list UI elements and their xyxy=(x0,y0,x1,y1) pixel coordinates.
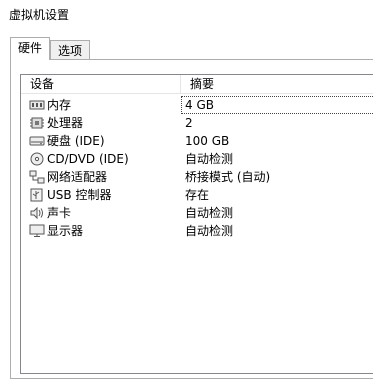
device-summary: 桥接模式 (自动) xyxy=(185,170,271,184)
device-name: CD/DVD (IDE) xyxy=(47,152,129,166)
device-name: 声卡 xyxy=(47,206,72,220)
device-row-cd-dvd[interactable]: CD/DVD (IDE) 自动检测 xyxy=(21,150,373,168)
column-header-summary[interactable]: 摘要 xyxy=(181,75,373,93)
device-row-memory[interactable]: 内存 4 GB xyxy=(21,96,373,114)
sound-card-icon xyxy=(29,206,45,220)
tab-options[interactable]: 选项 xyxy=(50,40,90,59)
device-summary: 自动检测 xyxy=(185,206,234,220)
network-adapter-icon xyxy=(29,170,45,184)
device-row-processor[interactable]: 处理器 2 xyxy=(21,114,373,132)
list-header: 设备 摘要 xyxy=(21,75,373,94)
device-summary: 自动检测 xyxy=(185,224,234,238)
memory-icon xyxy=(29,98,45,112)
device-list[interactable]: 设备 摘要 内存 4 GB 处理器 2 硬盘 (IDE) 100 GB CD/D… xyxy=(20,74,373,374)
tab-hardware[interactable]: 硬件 xyxy=(10,37,50,60)
hard-disk-icon xyxy=(29,134,45,148)
device-name: 处理器 xyxy=(47,116,84,130)
column-header-device[interactable]: 设备 xyxy=(21,75,181,93)
device-row-usb-controller[interactable]: USB 控制器 存在 xyxy=(21,186,373,204)
device-name: 硬盘 (IDE) xyxy=(47,134,105,148)
device-name: USB 控制器 xyxy=(47,188,112,202)
device-name: 网络适配器 xyxy=(47,170,108,184)
device-row-hard-disk[interactable]: 硬盘 (IDE) 100 GB xyxy=(21,132,373,150)
device-summary: 4 GB xyxy=(185,98,214,112)
device-row-display[interactable]: 显示器 自动检测 xyxy=(21,222,373,240)
device-summary: 100 GB xyxy=(185,134,230,148)
processor-icon xyxy=(29,116,45,130)
usb-controller-icon xyxy=(29,188,45,202)
device-name: 显示器 xyxy=(47,224,84,238)
display-icon xyxy=(29,224,45,238)
device-summary: 自动检测 xyxy=(185,152,234,166)
cd-dvd-icon xyxy=(29,152,45,166)
device-summary: 存在 xyxy=(185,188,210,202)
window-title: 虚拟机设置 xyxy=(9,8,70,22)
device-row-sound-card[interactable]: 声卡 自动检测 xyxy=(21,204,373,222)
device-name: 内存 xyxy=(47,98,72,112)
device-row-network-adapter[interactable]: 网络适配器 桥接模式 (自动) xyxy=(21,168,373,186)
device-summary: 2 xyxy=(185,116,193,130)
